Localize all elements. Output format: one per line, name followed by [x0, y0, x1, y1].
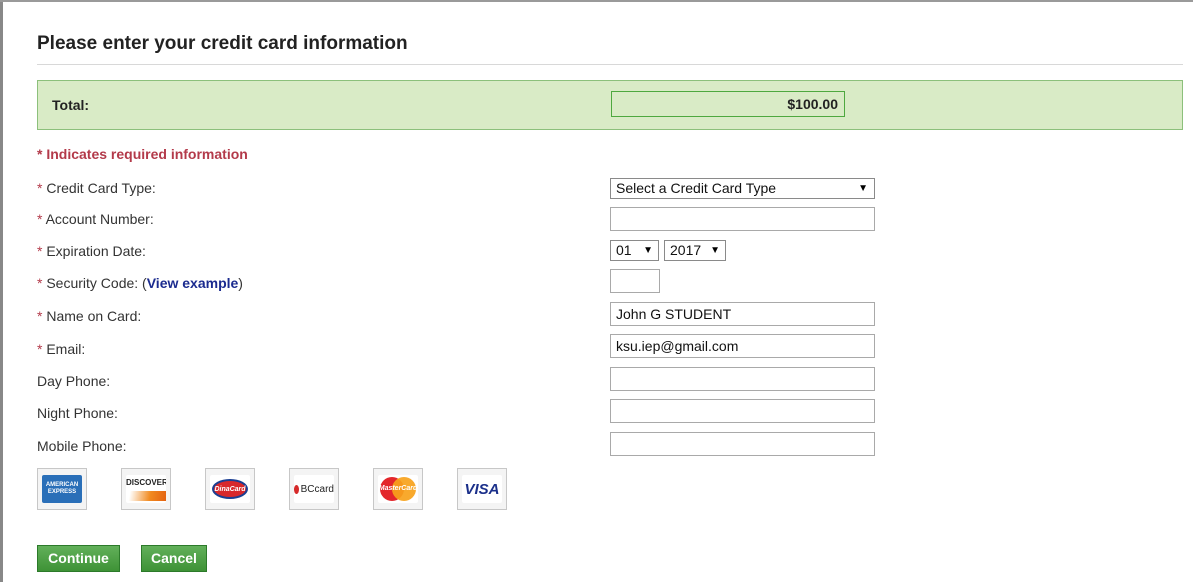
visa-logo: VISA	[457, 468, 507, 510]
window-left-border	[0, 0, 3, 582]
page-title: Please enter your credit card informatio…	[37, 33, 408, 54]
bccard-logo-text: BCcard	[300, 483, 334, 495]
expiration-year-value: 2017	[670, 242, 702, 258]
expiration-month-value: 01	[616, 242, 632, 258]
account-number-input[interactable]	[610, 207, 875, 231]
card-type-label: * Credit Card Type:	[37, 180, 156, 196]
chevron-down-icon: ▼	[643, 245, 653, 256]
amex-logo-text-1: AMERICAN	[45, 482, 79, 488]
title-divider	[37, 64, 1183, 65]
mobile-phone-input[interactable]	[610, 432, 875, 456]
view-example-link[interactable]: View example	[147, 275, 239, 291]
amex-logo-text-2: EXPRESS	[47, 489, 77, 495]
night-phone-label: Night Phone:	[37, 405, 118, 421]
total-amount: $100.00	[611, 91, 845, 117]
bccard-dot	[294, 484, 299, 494]
discover-logo-text: DISCOVER	[126, 477, 166, 487]
night-phone-input[interactable]	[610, 399, 875, 423]
amex-logo: AMERICAN EXPRESS	[37, 468, 87, 510]
dinacard-ellipse: DinaCard	[212, 479, 248, 499]
email-label-text: Email:	[46, 341, 86, 357]
visa-icon: VISA	[462, 475, 502, 503]
required-marker: *	[37, 180, 47, 196]
discover-swoosh	[126, 490, 166, 501]
day-phone-label: Day Phone:	[37, 373, 111, 389]
mastercard-icon: MasterCard	[378, 475, 418, 503]
total-panel: Total: $100.00	[37, 80, 1183, 130]
day-phone-input[interactable]	[610, 367, 875, 391]
card-type-selected-value: Select a Credit Card Type	[616, 180, 777, 196]
bccard-icon: BCcard	[294, 475, 334, 503]
visa-logo-text: VISA	[464, 480, 500, 498]
dinacard-icon: DinaCard	[210, 475, 250, 503]
bccard-logo: BCcard	[289, 468, 339, 510]
chevron-down-icon: ▼	[710, 245, 720, 256]
name-on-card-label: * Name on Card:	[37, 308, 141, 324]
dinacard-logo-text: DinaCard	[214, 485, 246, 493]
security-code-label-text: Security Code: (	[46, 275, 147, 291]
window-top-border	[0, 0, 1193, 2]
dinacard-logo: DinaCard	[205, 468, 255, 510]
mastercard-logo-text: MasterCard	[378, 485, 418, 492]
discover-logo: DISCOVER	[121, 468, 171, 510]
cancel-button[interactable]: Cancel	[141, 545, 207, 572]
total-label: Total:	[52, 97, 90, 113]
email-input[interactable]: ksu.iep@gmail.com	[610, 334, 875, 358]
expiration-date-label: * Expiration Date:	[37, 243, 146, 259]
discover-icon: DISCOVER	[126, 475, 166, 503]
name-on-card-input[interactable]: John G STUDENT	[610, 302, 875, 326]
amex-icon: AMERICAN EXPRESS	[42, 475, 82, 503]
required-marker: *	[37, 341, 47, 357]
account-number-label-text: Account Number:	[45, 211, 154, 227]
card-type-label-text: Credit Card Type:	[46, 180, 156, 196]
expiration-month-select[interactable]: 01 ▼	[610, 240, 659, 261]
chevron-down-icon: ▼	[858, 183, 868, 194]
account-number-label: * Account Number:	[37, 211, 154, 227]
required-marker: *	[37, 211, 46, 227]
expiration-year-select[interactable]: 2017 ▼	[664, 240, 726, 261]
required-marker: *	[37, 308, 47, 324]
required-info-note: * Indicates required information	[37, 146, 248, 162]
mastercard-logo: MasterCard	[373, 468, 423, 510]
card-type-select[interactable]: Select a Credit Card Type ▼	[610, 178, 875, 199]
security-code-label: * Security Code: (View example)	[37, 275, 243, 291]
mastercard-circles: MasterCard	[378, 476, 418, 502]
email-label: * Email:	[37, 341, 85, 357]
expiration-date-label-text: Expiration Date:	[46, 243, 146, 259]
name-on-card-label-text: Name on Card:	[46, 308, 142, 324]
security-code-input[interactable]	[610, 269, 660, 293]
security-code-label-suffix: )	[238, 275, 243, 291]
required-marker: *	[37, 275, 47, 291]
mobile-phone-label: Mobile Phone:	[37, 438, 127, 454]
continue-button[interactable]: Continue	[37, 545, 120, 572]
required-marker: *	[37, 243, 47, 259]
